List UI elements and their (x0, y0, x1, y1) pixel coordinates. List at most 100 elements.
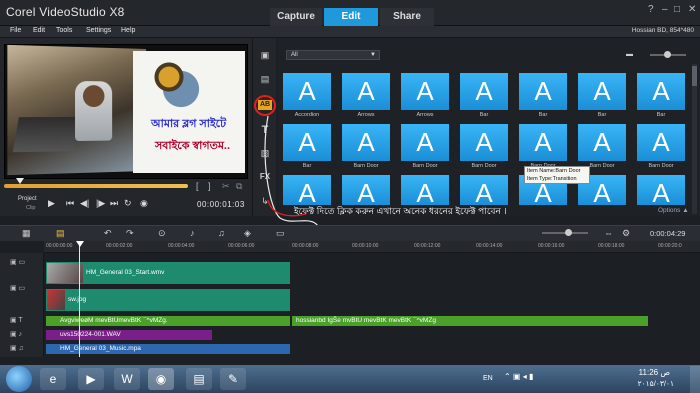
video-track-icon[interactable]: ▣ ▭ (10, 258, 25, 266)
clock-date[interactable]: ۲۰۱۵/۰۳/۰۱ (620, 379, 674, 388)
close-icon[interactable]: ✕ (688, 4, 696, 15)
timeline-zoom-knob[interactable] (565, 229, 572, 236)
expand-icon[interactable]: ⧉ (236, 181, 242, 192)
transition-label: Bar (597, 112, 607, 118)
category-dropdown[interactable]: All ▼ (286, 50, 380, 60)
word-icon[interactable]: W (114, 368, 140, 390)
transition-thumbnail[interactable]: A (460, 124, 508, 161)
scrub-handle[interactable] (16, 178, 24, 184)
instant-project-icon[interactable]: ▤ (258, 74, 272, 85)
title-track-icon[interactable]: ▣ T (10, 316, 23, 324)
transition-thumbnail[interactable]: A (519, 124, 567, 161)
menu-edit[interactable]: Edit (33, 27, 45, 34)
ie-icon[interactable]: e (40, 368, 66, 390)
folder-icon[interactable]: ▬ (626, 51, 633, 58)
menu-file[interactable]: File (10, 27, 21, 34)
volume-icon[interactable]: ◉ (140, 198, 148, 209)
next-frame-icon[interactable]: |▶ (96, 198, 105, 209)
home-icon[interactable]: ⏮ (66, 198, 74, 209)
preview-timecode[interactable]: 00:00:01:03 (197, 200, 245, 209)
settings-icon[interactable]: ⚙ (622, 228, 630, 239)
minimize-icon[interactable]: – (662, 4, 668, 15)
transition-thumbnail[interactable]: A (401, 73, 449, 110)
playhead[interactable] (79, 241, 80, 357)
media-icon[interactable]: ▣ (258, 50, 272, 61)
music-track-icon[interactable]: ▣ ♫ (10, 344, 24, 352)
preview-scrubber[interactable] (4, 184, 188, 188)
ruler-tick: 00:00:20:0 (658, 243, 682, 249)
menu-help[interactable]: Help (121, 27, 135, 34)
options-button[interactable]: Options ▲ (658, 207, 689, 214)
transition-thumbnail[interactable]: A (578, 73, 626, 110)
transition-thumbnail[interactable]: A (519, 73, 567, 110)
tray-icons[interactable]: ⌃ ▣ ◂ ▮ (504, 372, 533, 381)
trim-end-button[interactable]: ] (208, 181, 211, 191)
ruler-tick: 00:00:04:00 (168, 243, 195, 249)
start-button[interactable] (6, 366, 32, 392)
play-icon[interactable]: ▶ (48, 198, 55, 209)
scrubber-fill (4, 184, 188, 188)
transition-thumbnail[interactable]: A (342, 73, 390, 110)
preview-screen[interactable]: আমার ব্লগ সাইটে সবাইকে স্বাগতম.. (4, 44, 248, 179)
help-icon[interactable]: ? (648, 4, 654, 15)
redo-icon[interactable]: ↷ (126, 228, 134, 239)
clip-mode-label[interactable]: Clip (26, 205, 35, 211)
menu-tools[interactable]: Tools (56, 27, 72, 34)
music-clip[interactable]: HM_General 03_Music.mpa (46, 344, 290, 354)
menu-settings[interactable]: Settings (86, 27, 111, 34)
voice-track-icon[interactable]: ▣ ♪ (10, 330, 22, 338)
tab-edit[interactable]: Edit (324, 8, 378, 26)
show-desktop-button[interactable] (690, 366, 700, 393)
transition-thumbnail[interactable]: A (342, 124, 390, 161)
explorer-icon[interactable]: ▤ (186, 368, 212, 390)
mix-icon[interactable]: ♪ (190, 228, 195, 238)
transition-thumbnail[interactable]: A (342, 175, 390, 208)
transition-label: Bar (538, 112, 548, 118)
undo-icon[interactable]: ↶ (104, 228, 112, 239)
preview-photo (7, 44, 147, 176)
transition-thumbnail[interactable]: A (637, 175, 685, 208)
language-indicator[interactable]: EN (483, 375, 493, 382)
ruler-tick: 00:00:18:00 (598, 243, 625, 249)
previous-frame-icon[interactable]: ◀| (80, 198, 89, 209)
transition-thumbnail[interactable]: A (637, 124, 685, 161)
media-player-icon[interactable]: ▶ (78, 368, 104, 390)
overlay-clip-thumbnail (47, 290, 65, 310)
split-icon[interactable]: ✂ (222, 181, 230, 192)
playhead-handle[interactable] (76, 241, 84, 247)
overlay-clip[interactable]: sw.jpg (46, 289, 290, 311)
overlay-track-icon[interactable]: ▣ ▭ (10, 284, 25, 292)
repeat-icon[interactable]: ↻ (124, 198, 132, 209)
subtitle-icon[interactable]: ▭ (276, 228, 285, 239)
transition-thumbnail[interactable]: A (401, 175, 449, 208)
videostudio-taskbar-icon[interactable]: ◉ (148, 368, 174, 390)
title-clip-2[interactable]: hossianbd IgŠe mvBtU mevBtK mevBtK ¯^vMZ… (292, 316, 648, 326)
title-clip-1[interactable]: AvgviweøM mevBtUmevBtK ¯^vMZg. (46, 316, 290, 326)
library-scroll-thumb[interactable] (692, 66, 697, 86)
ruler-tick: 00:00:16:00 (538, 243, 565, 249)
laptop-shape (12, 116, 80, 153)
voice-clip[interactable]: uvs150224-001.WAV (46, 330, 212, 340)
storyboard-view-icon[interactable]: ▦ (22, 228, 31, 239)
transition-thumbnail[interactable]: A (401, 124, 449, 161)
thumbnail-size-knob[interactable] (664, 51, 671, 58)
tab-share[interactable]: Share (380, 8, 434, 26)
transition-thumbnail[interactable]: A (460, 73, 508, 110)
transition-thumbnail[interactable]: A (578, 124, 626, 161)
end-icon[interactable]: ⏭ (110, 198, 118, 209)
trim-start-button[interactable]: [ (196, 181, 199, 191)
fit-icon[interactable]: ⇔ (604, 228, 613, 238)
transition-thumbnail[interactable]: A (460, 175, 508, 208)
project-mode-label[interactable]: Project (18, 196, 37, 202)
timeline-view-icon[interactable]: ▤ (56, 228, 65, 239)
maximize-icon[interactable]: □ (674, 4, 680, 15)
tab-capture[interactable]: Capture (270, 8, 322, 26)
transition-thumbnail[interactable]: A (637, 73, 685, 110)
clock-time[interactable]: 11:26 ص (626, 368, 670, 377)
timeline-timecode[interactable]: 0:00:04:29 (650, 229, 685, 238)
paint-icon[interactable]: ✎ (220, 368, 246, 390)
motion-icon[interactable]: ◈ (244, 228, 251, 239)
library-scrollbar[interactable] (692, 64, 697, 214)
record-icon[interactable]: ⊙ (158, 228, 166, 239)
auto-music-icon[interactable]: ♫ (218, 228, 225, 238)
